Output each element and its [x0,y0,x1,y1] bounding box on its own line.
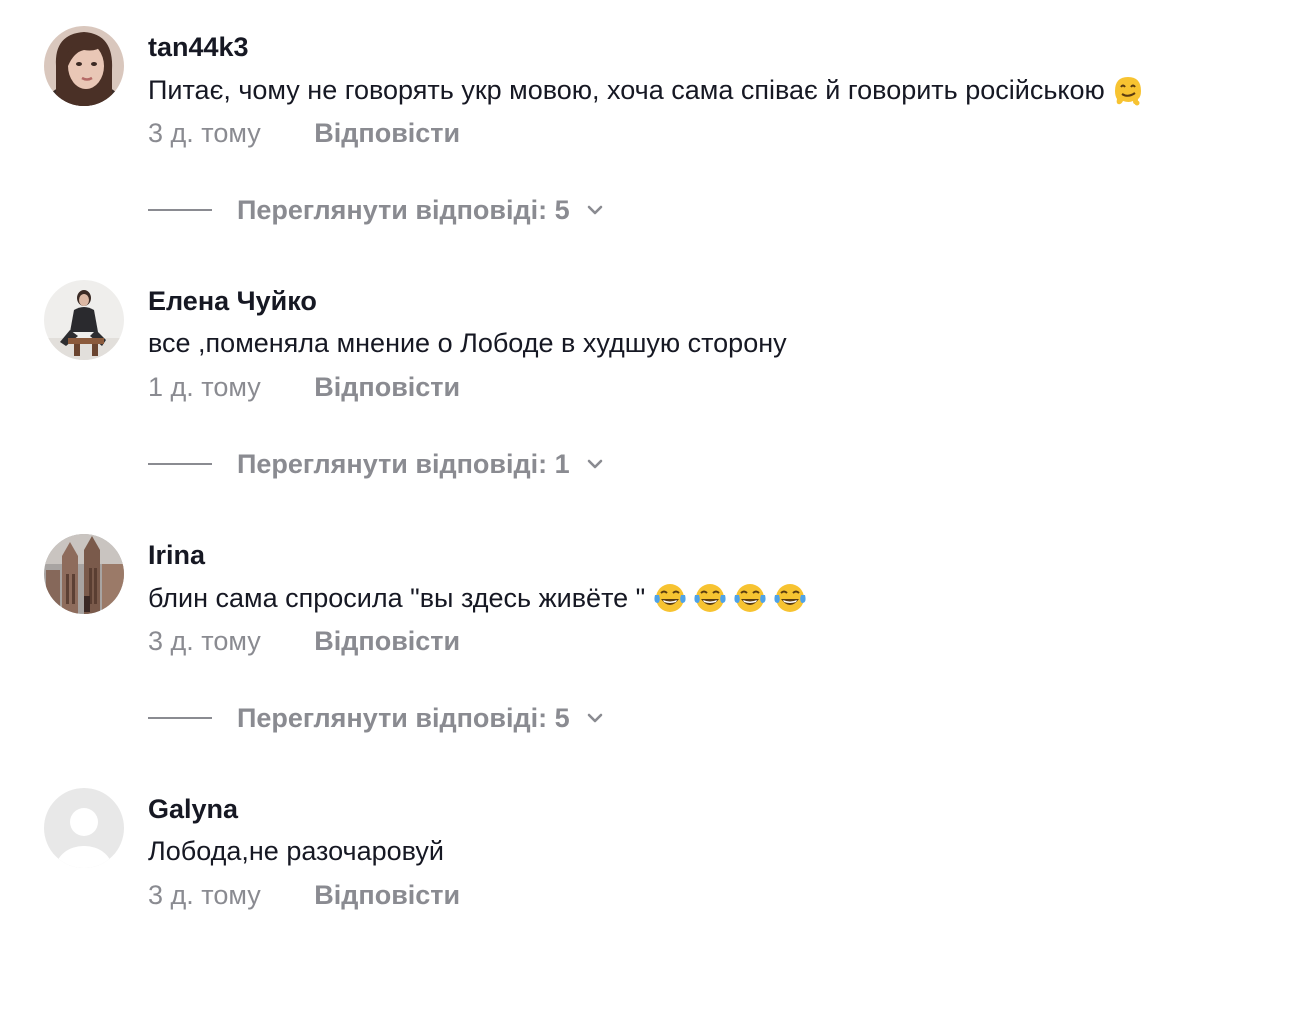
comment-text-body: все ,поменяла мнение о Лободе в худшую с… [148,328,787,358]
comment-item: Galyna Лобода,не разочаровуй 3 д. тому В… [0,762,1290,1016]
comment-timestamp: 3 д. тому [148,626,261,656]
comment-text: Питає, чому не говорять укр мовою, хоча … [148,73,1145,107]
comment-text: блин сама спросила "вы здесь живёте " [148,581,807,615]
avatar-cathedral-image [44,534,124,614]
chevron-down-icon [584,453,606,475]
comment-item: tan44k3 Питає, чому не говорять укр мово… [0,0,1290,254]
comment-timestamp: 3 д. тому [148,880,261,910]
comment-text: Лобода,не разочаровуй [148,835,444,867]
avatar[interactable] [44,534,124,614]
reply-button[interactable]: Відповісти [314,625,460,657]
chevron-down-icon [584,707,606,729]
default-avatar-icon [44,788,124,868]
emoji-group [647,581,807,615]
view-replies-button[interactable]: Переглянути відповіді: 1 [148,448,606,480]
comment-meta: 1 д. тому Відповісти [148,371,460,403]
comment-meta: 3 д. тому Відповісти [148,879,460,911]
comment-text-body: Лобода,не разочаровуй [148,836,444,866]
divider-line [148,717,212,719]
melting-face-emoji-icon [1111,73,1145,107]
avatar-woman-portrait-image [44,26,124,106]
comment-username[interactable]: Елена Чуйко [148,286,317,316]
tears-of-joy-emoji-icon [693,581,727,615]
tears-of-joy-emoji-icon [653,581,687,615]
avatar[interactable] [44,26,124,106]
view-replies-label: Переглянути відповіді: 5 [237,703,570,733]
avatar-seated-woman-image [44,280,124,360]
divider-line [148,463,212,465]
comment-meta: 3 д. тому Відповісти [148,625,460,657]
tears-of-joy-emoji-icon [733,581,767,615]
comment-username[interactable]: Galyna [148,794,238,824]
reply-button[interactable]: Відповісти [314,117,460,149]
reply-button[interactable]: Відповісти [314,371,460,403]
comment-timestamp: 1 д. тому [148,372,261,402]
comment-text-body: блин сама спросила "вы здесь живёте " [148,583,646,613]
comment-text-body: Питає, чому не говорять укр мовою, хоча … [148,75,1105,105]
avatar[interactable] [44,280,124,360]
reply-button[interactable]: Відповісти [314,879,460,911]
view-replies-label: Переглянути відповіді: 5 [237,195,570,225]
tears-of-joy-emoji-icon [773,581,807,615]
chevron-down-icon [584,199,606,221]
comment-username[interactable]: Irina [148,540,205,570]
comment-item: Irina блин сама спросила "вы здесь живёт… [0,508,1290,762]
view-replies-button[interactable]: Переглянути відповіді: 5 [148,194,606,226]
comment-username[interactable]: tan44k3 [148,32,249,62]
comment-timestamp: 3 д. тому [148,118,261,148]
divider-line [148,209,212,211]
comment-text: все ,поменяла мнение о Лободе в худшую с… [148,327,787,359]
comment-item: Елена Чуйко все ,поменяла мнение о Лобод… [0,254,1290,508]
view-replies-button[interactable]: Переглянути відповіді: 5 [148,702,606,734]
avatar[interactable] [44,788,124,868]
view-replies-label: Переглянути відповіді: 1 [237,449,570,479]
comment-meta: 3 д. тому Відповісти [148,117,460,149]
